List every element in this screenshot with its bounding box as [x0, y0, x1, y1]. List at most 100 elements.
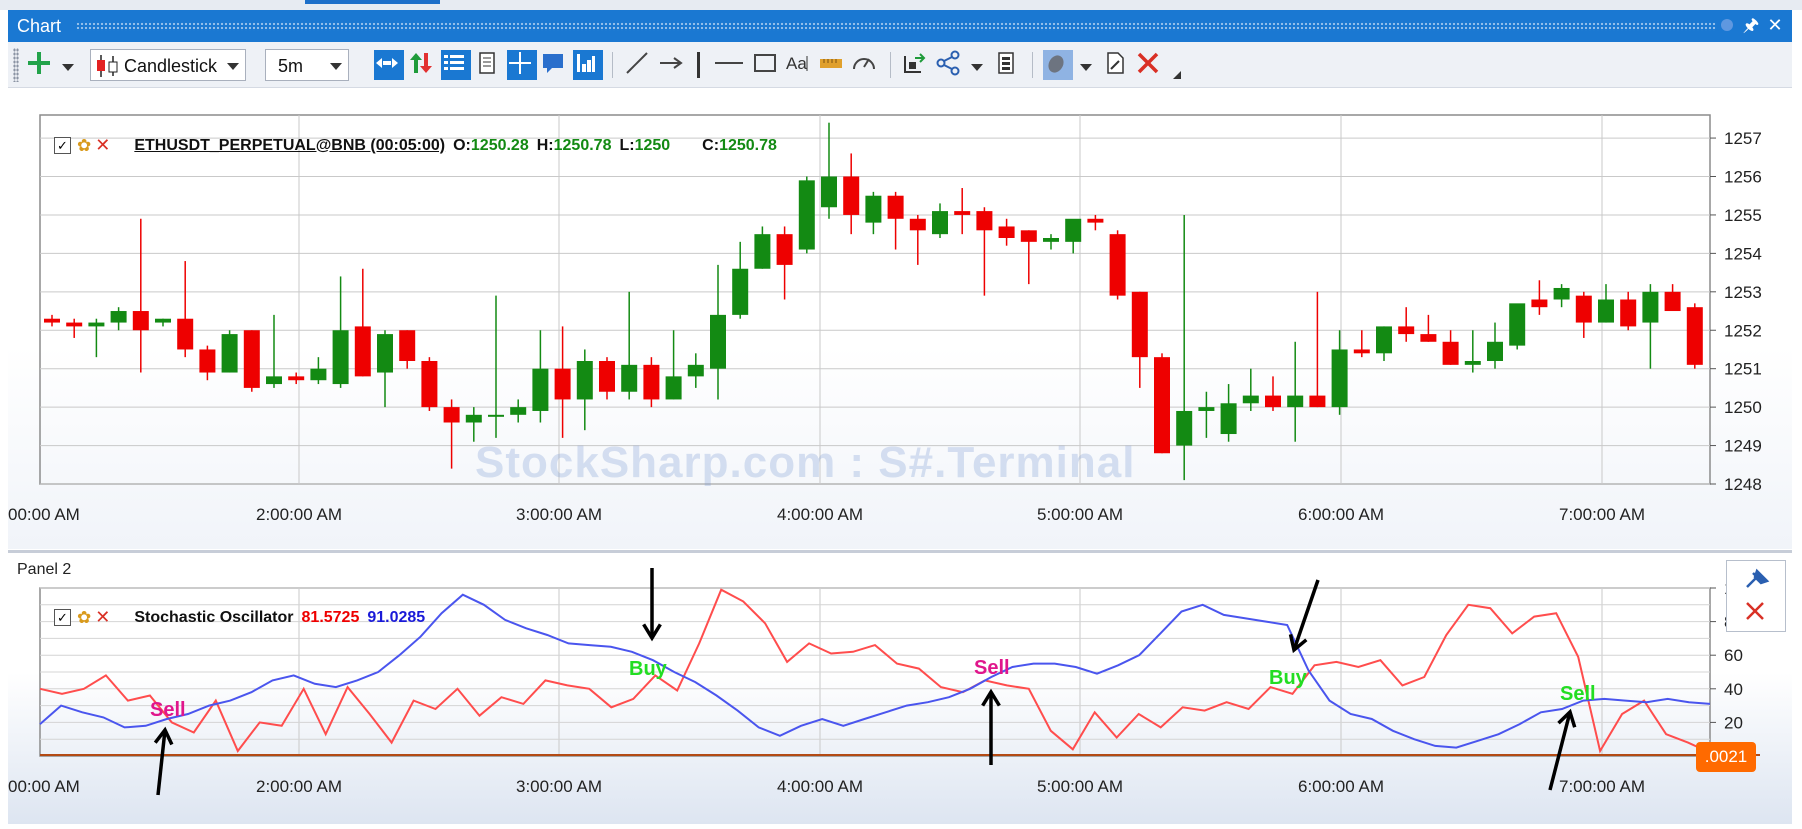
candle-body — [421, 361, 438, 408]
candle-body — [687, 364, 704, 377]
candle-body — [266, 376, 282, 385]
signal-label: Sell — [1560, 683, 1596, 705]
x-tick-label: 4:00:00 AM — [777, 777, 863, 796]
candle-body — [243, 330, 260, 388]
candle-body — [510, 407, 527, 415]
annotation-arrow — [153, 726, 174, 796]
y-tick-label: 60 — [1724, 646, 1743, 665]
candle-body — [1553, 287, 1570, 300]
candle-body — [954, 211, 971, 215]
x-tick-label: 00:00 AM — [8, 505, 80, 524]
candle-body — [932, 211, 948, 235]
candle-body — [732, 268, 749, 315]
candle-body — [443, 407, 460, 423]
signal-label: Buy — [1269, 667, 1307, 689]
candle-body — [710, 314, 726, 369]
candle-body — [865, 195, 882, 223]
candle-body — [66, 322, 83, 327]
high-value: 1250.78 — [553, 136, 612, 154]
gear-icon[interactable]: ✿ — [77, 136, 91, 156]
annotation-arrow — [642, 568, 662, 642]
panel2-visible-checkbox[interactable]: ✓ — [54, 609, 71, 626]
x-tick-label: 3:00:00 AM — [516, 505, 602, 524]
candle-body — [754, 234, 771, 269]
close-value: 1250.78 — [719, 136, 777, 154]
candle-body — [998, 226, 1015, 238]
pin-icon[interactable] — [1727, 561, 1785, 597]
x-tick-label: 7:00:00 AM — [1559, 505, 1645, 524]
candle-body — [1265, 395, 1281, 408]
indicator-name[interactable]: Stochastic Oscillator — [134, 609, 293, 627]
signal-label: Sell — [150, 699, 186, 721]
candle-body — [44, 318, 60, 323]
candle-body — [199, 349, 216, 373]
candle-body — [1154, 357, 1170, 454]
chart-canvas[interactable]: 1248 1249 1250 1251 1252 1253 1254 1255 1256 1257… — [0, 0, 1802, 829]
panel2-title: Panel 2 — [17, 561, 72, 578]
candle-body — [798, 180, 815, 250]
candle-body — [776, 234, 793, 265]
y-tick-label: 1254 — [1724, 244, 1762, 263]
candle-body — [621, 364, 638, 392]
x-tick-label: 6:00:00 AM — [1298, 505, 1384, 524]
candle-body — [465, 414, 482, 423]
price-badge: .0021 — [1696, 742, 1756, 772]
signal-label: Buy — [629, 658, 667, 680]
x-tick-label: 7:00:00 AM — [1559, 777, 1645, 796]
panel2-legend: ✓ ✿ ✕ Stochastic Oscillator 81.5725 91.0… — [54, 607, 425, 628]
x-tick-label: 2:00:00 AM — [256, 777, 342, 796]
x-tick-label: 3:00:00 AM — [516, 777, 602, 796]
y-tick-label: 1250 — [1724, 398, 1762, 417]
k-value: 81.5725 — [301, 608, 360, 626]
close-label: C: — [702, 136, 720, 154]
candle-body — [1043, 238, 1059, 242]
x-tick-label: 5:00:00 AM — [1037, 505, 1123, 524]
candle-body — [643, 364, 660, 400]
candle-body — [332, 330, 349, 385]
candle-body — [1531, 299, 1548, 308]
y-tick-label: 40 — [1724, 680, 1743, 699]
candle-body — [177, 318, 194, 350]
signal-label: Sell — [974, 657, 1010, 679]
candle-body — [132, 311, 149, 331]
candle-body — [1509, 303, 1526, 346]
watermark: StockSharp.com : S#.Terminal — [475, 438, 1136, 487]
symbol-label[interactable]: ETHUSDT_PERPETUAL@BNB (00:05:00) — [134, 137, 445, 155]
low-label: L: — [619, 136, 635, 154]
panel1-visible-checkbox[interactable]: ✓ — [54, 137, 71, 154]
x-tick-label: 4:00:00 AM — [777, 505, 863, 524]
candle-body — [1575, 295, 1592, 323]
candle-body — [1620, 299, 1637, 327]
candle-body — [976, 211, 993, 231]
candle-body — [399, 330, 416, 361]
x-tick-label: 00:00 AM — [8, 777, 80, 796]
high-label: H: — [536, 136, 554, 154]
y-tick-label: 1252 — [1724, 321, 1762, 340]
open-value: 1250.28 — [470, 136, 529, 154]
panel1-legend: ✓ ✿ ✕ ETHUSDT_PERPETUAL@BNB (00:05:00) O… — [54, 135, 777, 156]
candle-body — [1176, 410, 1193, 446]
candle-body — [1131, 291, 1148, 358]
x-tick-label: 6:00:00 AM — [1298, 777, 1384, 796]
candle-body — [1287, 395, 1304, 408]
candle-body — [1686, 307, 1703, 365]
candle-body — [310, 368, 327, 381]
close-icon[interactable] — [1727, 595, 1785, 631]
candle-body — [488, 414, 504, 417]
candle-body — [1109, 234, 1126, 296]
y-tick-label: 1255 — [1724, 206, 1762, 225]
candle-body — [1309, 395, 1326, 408]
candle-body — [1442, 341, 1459, 365]
candle-body — [1642, 291, 1659, 323]
candle-body — [354, 326, 371, 377]
candle-body — [1020, 230, 1037, 242]
close-icon[interactable]: ✕ — [95, 135, 110, 156]
panel2-tools — [1726, 560, 1786, 632]
candle-body — [1464, 361, 1481, 365]
close-icon[interactable]: ✕ — [95, 607, 110, 628]
y-tick-label: 1257 — [1724, 129, 1762, 148]
candle-body — [155, 318, 171, 323]
gear-icon[interactable]: ✿ — [77, 608, 91, 628]
candle-body — [1376, 326, 1392, 354]
low-value: 1250 — [634, 136, 671, 154]
